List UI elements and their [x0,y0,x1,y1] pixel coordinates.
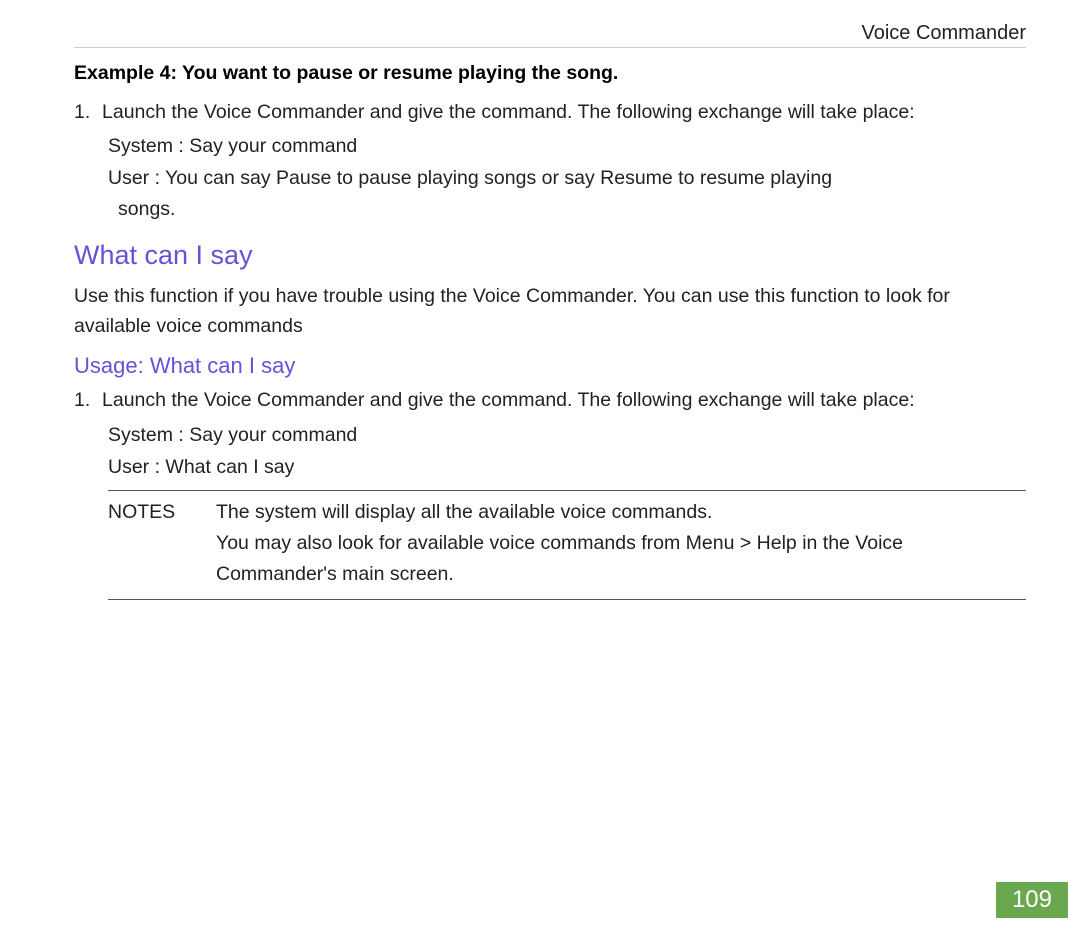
what-can-i-say-paragraph: Use this function if you have trouble us… [74,281,1026,341]
page-header: Voice Commander [74,22,1026,48]
step-text: Launch the Voice Commander and give the … [102,97,1026,127]
usage-step-1: 1. Launch the Voice Commander and give t… [74,385,1026,415]
notes-line-1: The system will display all the availabl… [216,501,712,523]
step-text: Launch the Voice Commander and give the … [102,385,1026,415]
notes-line-2: You may also look for available voice co… [216,532,903,585]
notes-body: The system will display all the availabl… [216,497,1026,591]
example4-user-line: User : You can say Pause to pause playin… [74,163,1026,223]
usage-system-line: System : Say your command [74,420,1026,450]
example4-step-1: 1. Launch the Voice Commander and give t… [74,97,1026,127]
list-marker: 1. [74,385,102,415]
header-title: Voice Commander [861,22,1026,45]
user-line-1: User : You can say Pause to pause playin… [108,167,832,189]
page-number-badge: 109 [996,882,1068,918]
heading-usage-what-can-i-say: Usage: What can I say [74,353,1026,379]
notes-block: NOTES The system will display all the av… [108,490,1026,600]
example-4-title: Example 4: You want to pause or resume p… [74,62,1026,85]
notes-label: NOTES [108,497,216,591]
usage-user-line: User : What can I say [74,452,1026,482]
example4-system-line: System : Say your command [74,131,1026,161]
user-line-2: songs. [108,194,1026,224]
heading-what-can-i-say: What can I say [74,240,1026,271]
document-page: Voice Commander Example 4: You want to p… [0,0,1080,600]
list-marker: 1. [74,97,102,127]
